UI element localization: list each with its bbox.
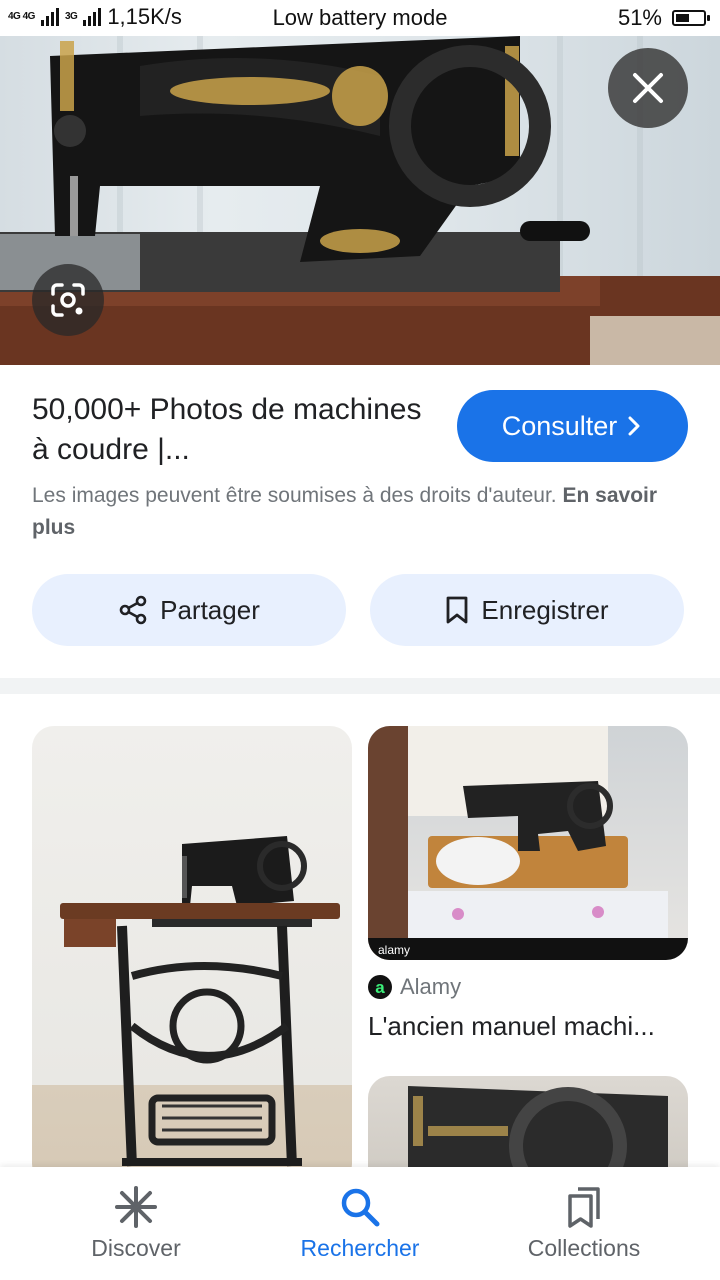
share-icon — [119, 595, 147, 625]
status-right: 51% — [617, 5, 710, 31]
save-button[interactable]: Enregistrer — [370, 574, 684, 646]
hero-image[interactable] — [0, 36, 720, 365]
chevron-right-icon — [628, 416, 640, 436]
nav-search[interactable]: Rechercher — [260, 1185, 460, 1262]
related-image-treadle-machine[interactable] — [32, 726, 352, 1186]
source-row[interactable]: a Alamy — [368, 974, 461, 1000]
visit-button[interactable]: Consulter — [457, 390, 688, 462]
search-icon — [341, 1188, 380, 1227]
nav-discover-label: Discover — [91, 1235, 181, 1261]
close-icon — [633, 73, 663, 103]
nav-collections-label: Collections — [527, 1235, 641, 1261]
asterisk-icon — [115, 1186, 157, 1228]
copyright-notice: Les images peuvent être soumises à des d… — [32, 480, 682, 544]
visit-label: Consulter — [501, 410, 618, 441]
source-name: Alamy — [400, 974, 462, 999]
related-result-title[interactable]: L'ancien manuel machi... — [368, 1008, 688, 1044]
result-title[interactable]: 50,000+ Photos de machines à coudre |... — [32, 390, 432, 470]
screen: 4G 4G 3G 1,15K/s Low battery mode 51% 50… — [0, 0, 720, 1280]
battery-percent: 51% — [617, 5, 662, 30]
nav-search-label: Rechercher — [300, 1235, 420, 1261]
nav-collections[interactable]: Collections — [484, 1185, 684, 1262]
status-bar: 4G 4G 3G 1,15K/s Low battery mode 51% — [0, 0, 720, 36]
share-button[interactable]: Partager — [32, 574, 346, 646]
bookmark-icon — [447, 596, 468, 624]
save-label: Enregistrer — [481, 594, 609, 625]
battery-mode-label: Low battery mode — [272, 5, 448, 30]
battery-icon — [672, 10, 710, 26]
treadle-machine-photo — [60, 836, 340, 1167]
google-lens-icon — [51, 283, 85, 317]
bottom-nav: Discover Rechercher Collections — [0, 1167, 720, 1280]
section-divider — [0, 678, 720, 694]
nav-discover[interactable]: Discover — [36, 1185, 236, 1262]
related-image-alamy[interactable]: alamy — [368, 726, 688, 960]
battery-fill — [676, 14, 689, 22]
close-button[interactable] — [608, 48, 688, 128]
svg-text:alamy: alamy — [378, 943, 410, 957]
collections-icon — [568, 1187, 600, 1228]
share-label: Partager — [160, 594, 260, 625]
alamy-logo-icon: a — [368, 975, 392, 999]
copyright-text: Les images peuvent être soumises à des d… — [32, 484, 557, 507]
google-lens-button[interactable] — [32, 264, 104, 336]
alamy-machine-photo: alamy — [368, 726, 688, 960]
